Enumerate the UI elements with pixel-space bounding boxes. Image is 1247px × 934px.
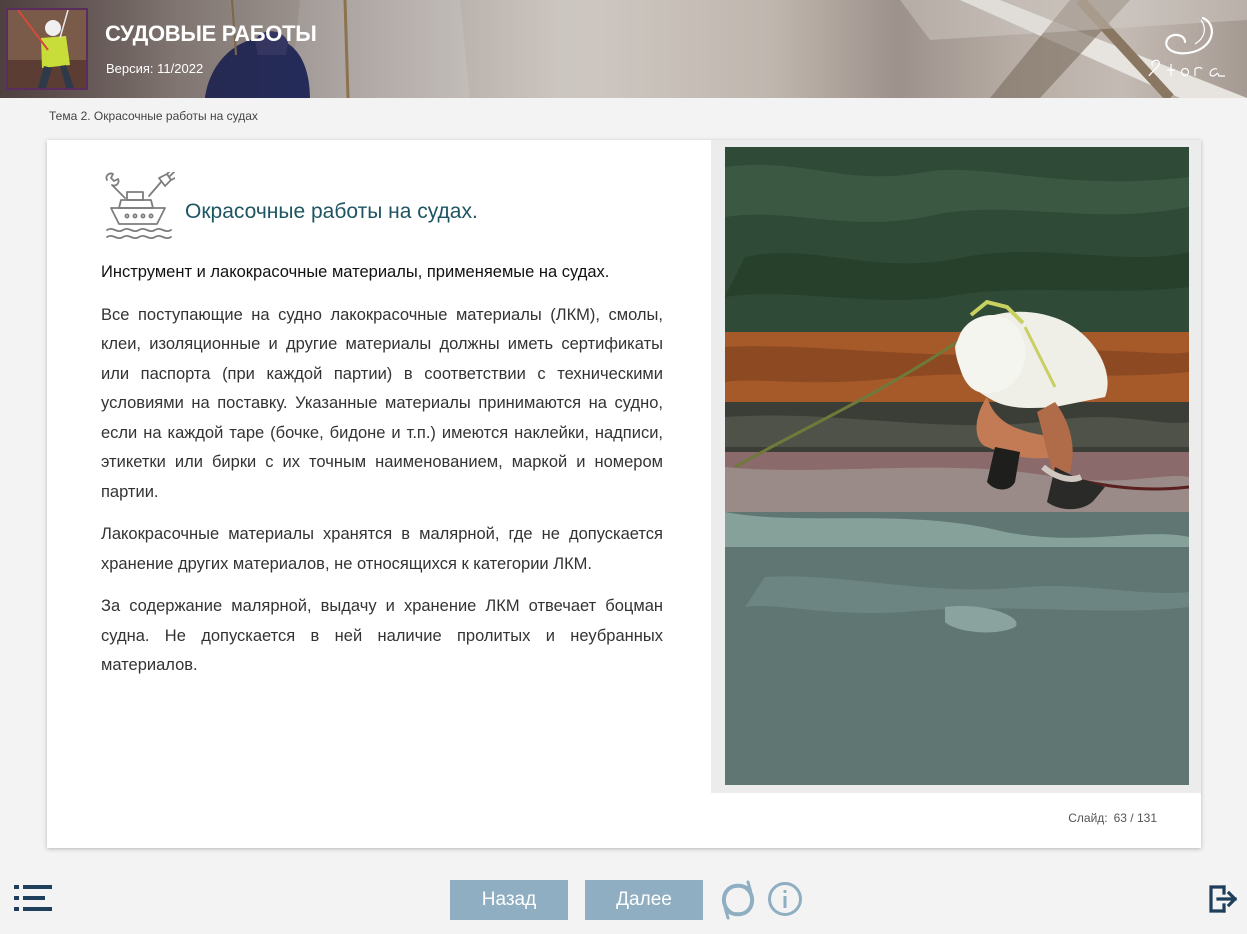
photo-frame	[711, 140, 1201, 793]
course-header: СУДОВЫЕ РАБОТЫ Версия: 11/2022	[0, 0, 1247, 98]
reload-icon[interactable]	[719, 880, 757, 925]
body-paragraph: Все поступающие на судно лакокрасочные м…	[101, 305, 663, 501]
menu-icon[interactable]	[14, 884, 52, 917]
breadcrumb: Тема 2. Окрасочные работы на судах	[49, 109, 258, 123]
body-paragraph: За содержание малярной, выдачу и хранени…	[101, 597, 663, 674]
ship-with-tools-icon	[103, 169, 176, 247]
slide-text: Инструмент и лакокрасочные материалы, пр…	[101, 258, 663, 694]
course-thumbnail	[6, 8, 88, 90]
info-icon[interactable]	[767, 881, 803, 922]
slide-card: Окрасочные работы на судах. Инструмент и…	[47, 140, 1201, 848]
body-paragraph: Лакокрасочные материалы хранятся в маляр…	[101, 525, 663, 573]
course-version: Версия: 11/2022	[106, 61, 204, 76]
slide-counter: Слайд: 63 / 131	[1062, 811, 1157, 825]
course-title: СУДОВЫЕ РАБОТЫ	[105, 21, 317, 46]
header-overlay	[0, 0, 1247, 98]
slide-heading: Окрасочные работы на судах.	[185, 200, 478, 223]
stora-logo-icon	[1145, 14, 1227, 85]
worker-thumbnail-image	[8, 10, 86, 88]
worker-painting-deck-photo	[725, 147, 1189, 785]
back-button[interactable]: Назад	[450, 880, 568, 920]
exit-icon[interactable]	[1208, 884, 1238, 919]
slide-counter-label: Слайд:	[1068, 811, 1108, 825]
lead-paragraph: Инструмент и лакокрасочные материалы, пр…	[101, 263, 610, 281]
next-button[interactable]: Далее	[585, 880, 703, 920]
slide-counter-value: 63 / 131	[1113, 811, 1157, 825]
